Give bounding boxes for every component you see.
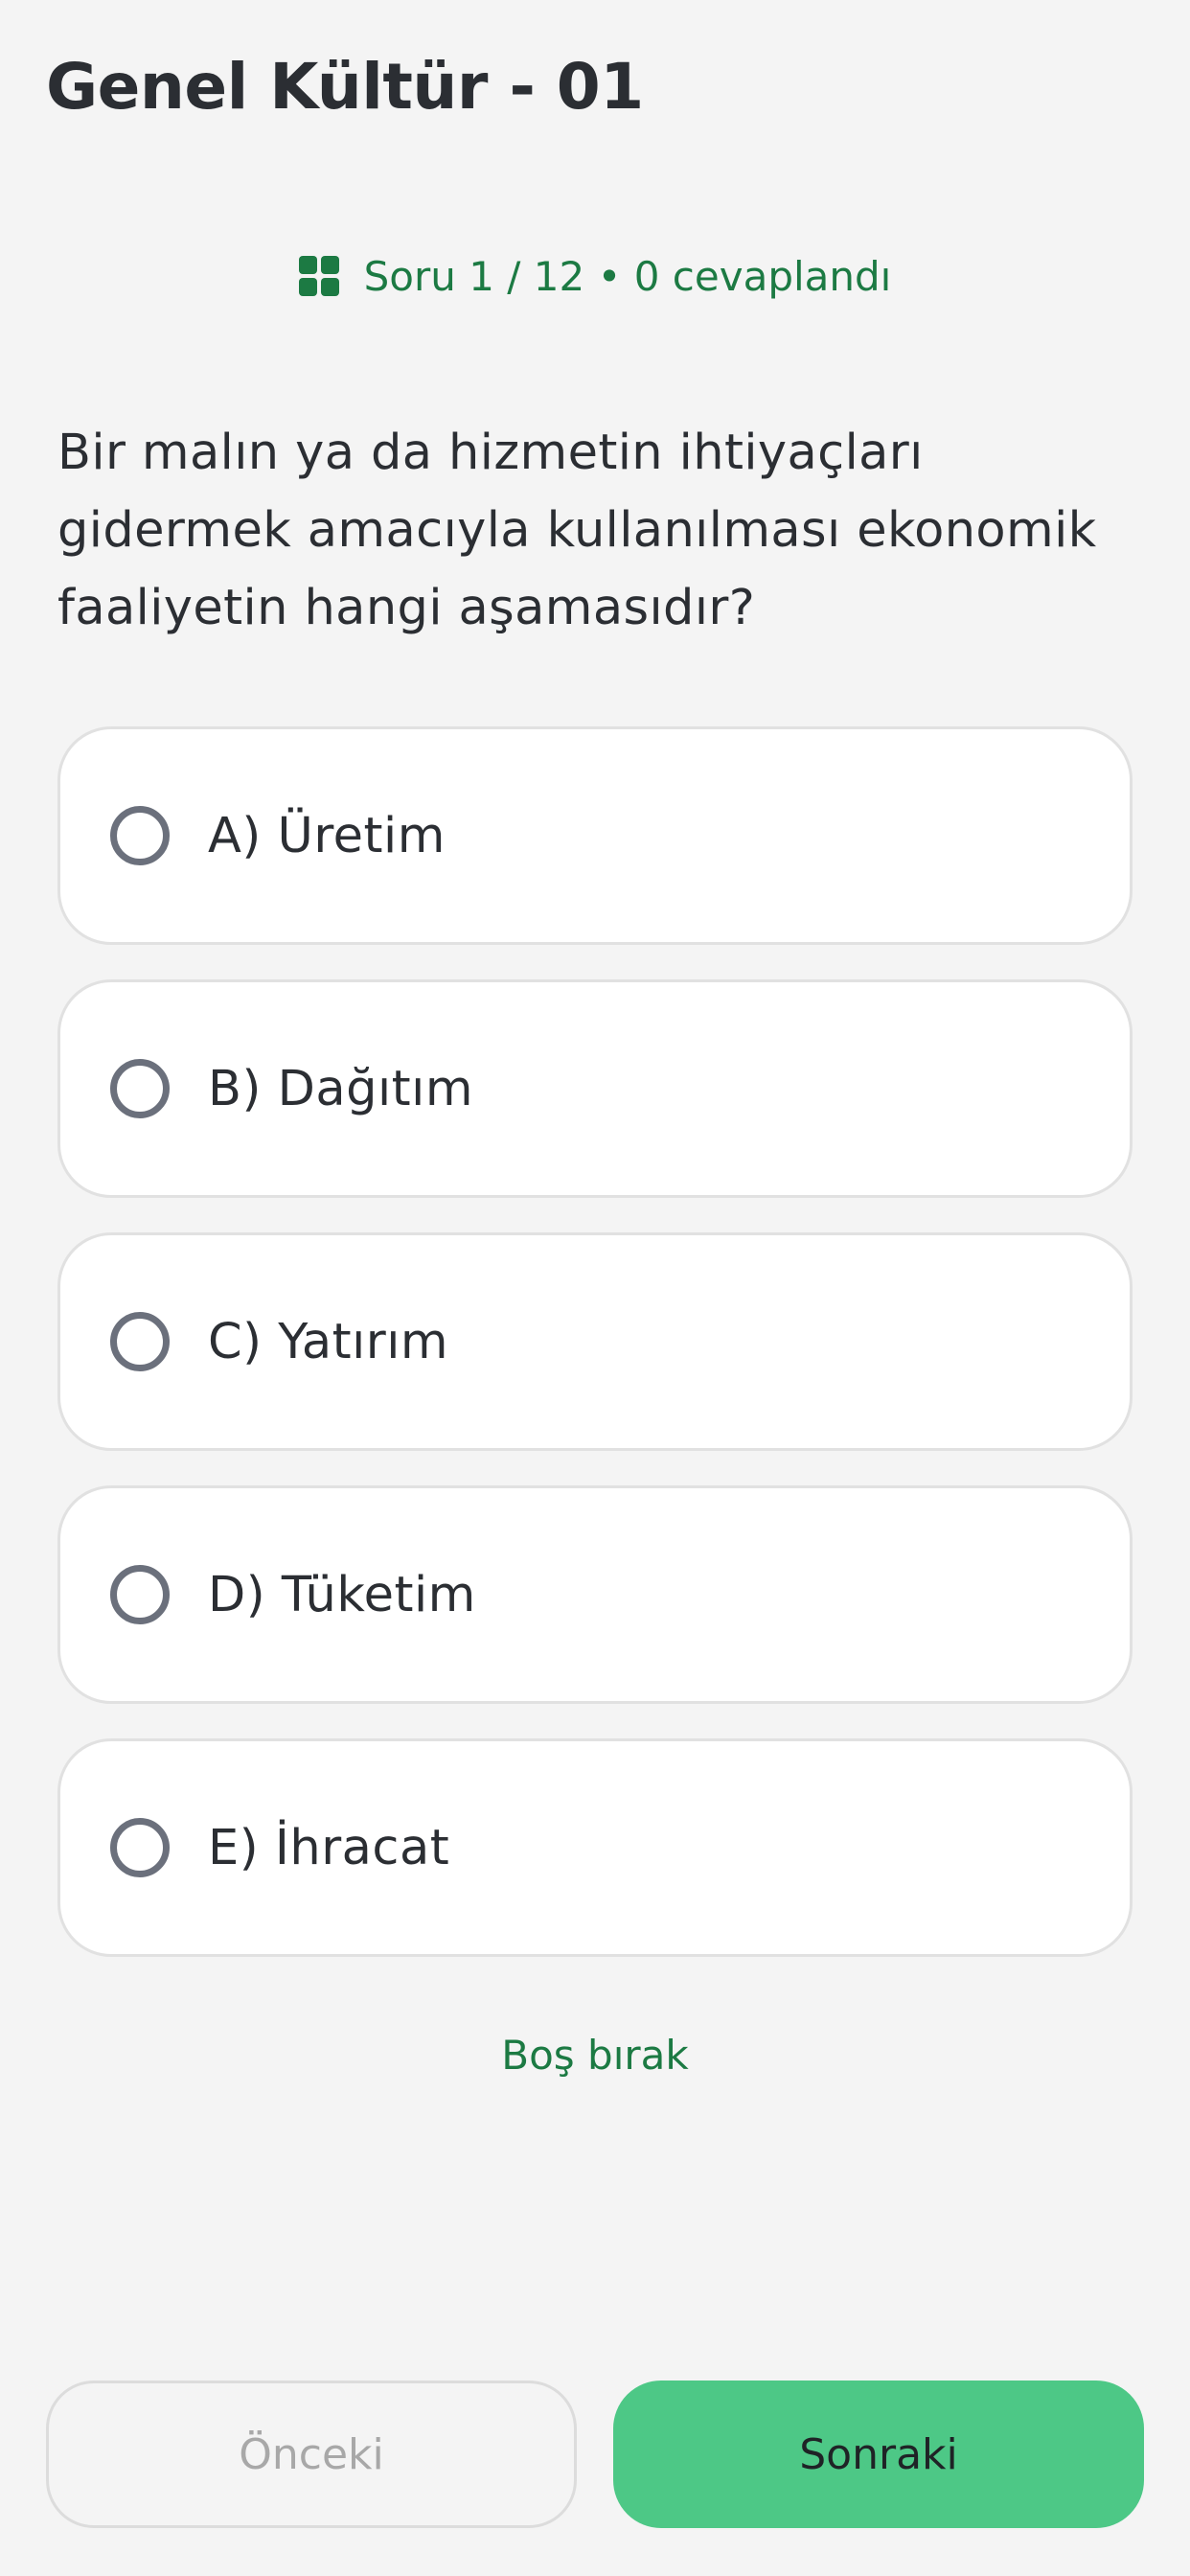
previous-button[interactable]: Önceki	[46, 2380, 577, 2528]
option-label: C) Yatırım	[208, 1313, 449, 1370]
question-text: Bir malın ya da hizmetin ihtiyaçları gid…	[57, 425, 1097, 636]
radio-icon[interactable]	[110, 1818, 170, 1877]
progress-text: Soru 1 / 12 • 0 cevaplandı	[363, 252, 892, 300]
radio-icon[interactable]	[110, 1059, 170, 1118]
option-label: E) İhracat	[208, 1819, 450, 1876]
radio-icon[interactable]	[110, 1312, 170, 1371]
answer-options: A) Üretim B) Dağıtım C) Yatırım D) Tüket…	[57, 726, 1133, 1991]
radio-icon[interactable]	[110, 1565, 170, 1624]
skip-button[interactable]: Boş bırak	[0, 2032, 1190, 2079]
option-label: A) Üretim	[208, 807, 446, 864]
page-title: Genel Kültür - 01	[46, 50, 644, 124]
progress-indicator: Soru 1 / 12 • 0 cevaplandı	[0, 247, 1190, 305]
option-label: B) Dağıtım	[208, 1060, 474, 1117]
radio-icon[interactable]	[110, 806, 170, 865]
option-label: D) Tüketim	[208, 1566, 476, 1623]
option-b[interactable]: B) Dağıtım	[57, 979, 1133, 1198]
option-e[interactable]: E) İhracat	[57, 1738, 1133, 1957]
option-c[interactable]: C) Yatırım	[57, 1232, 1133, 1451]
option-d[interactable]: D) Tüketim	[57, 1485, 1133, 1704]
option-a[interactable]: A) Üretim	[57, 726, 1133, 945]
grid-icon	[298, 256, 339, 296]
next-button[interactable]: Sonraki	[613, 2380, 1144, 2528]
